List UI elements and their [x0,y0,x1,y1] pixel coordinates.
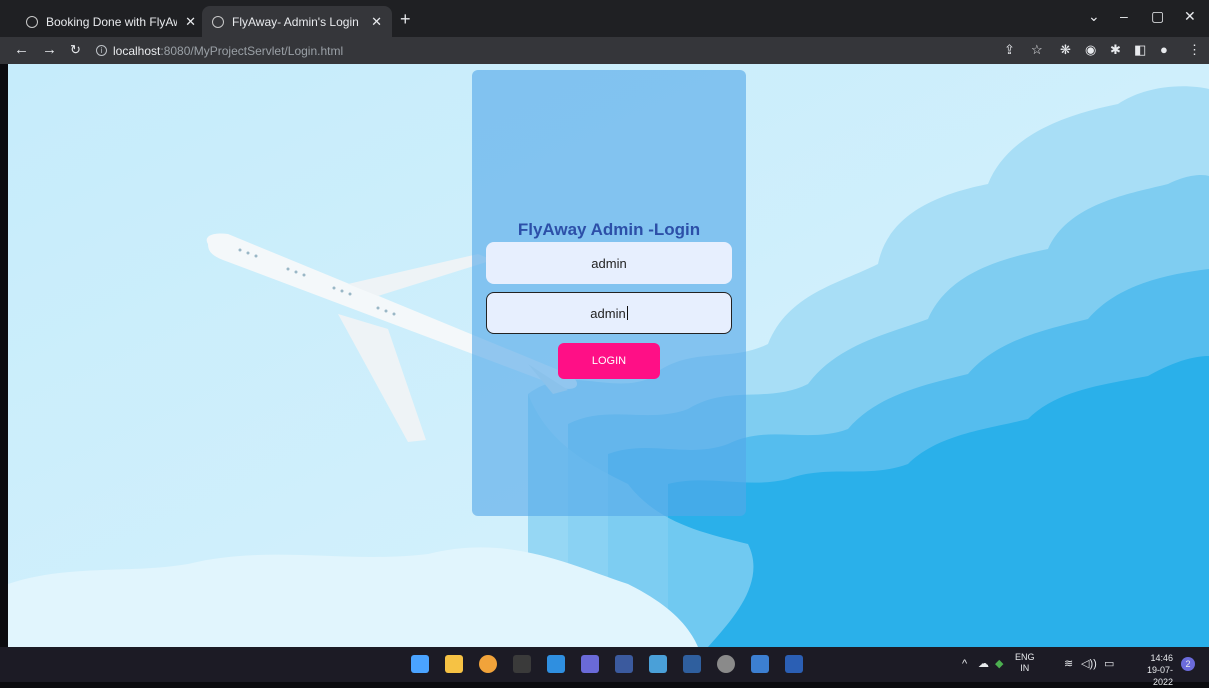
app-icon[interactable] [683,655,701,673]
reload-icon[interactable]: ↻ [70,42,81,58]
restore-icon[interactable]: ▢ [1151,8,1164,25]
password-input[interactable]: admin [486,292,732,334]
wifi-icon[interactable]: ≋ [1064,657,1073,670]
tab-title: FlyAway- Admin's Login [232,14,359,29]
notepad-icon[interactable] [751,655,769,673]
page-viewport: FlyAway Admin -Login admin admin LOGIN [8,64,1209,647]
record-icon[interactable]: ◉ [1085,42,1096,58]
region-code: IN [1020,663,1030,673]
close-icon[interactable]: ✕ [185,14,196,30]
battery-icon[interactable]: ▭ [1104,657,1114,670]
forward-icon[interactable]: → [42,41,57,58]
store-icon[interactable] [513,655,531,673]
clock-date: 19-07-2022 [1146,665,1173,687]
window-close-icon[interactable]: ✕ [1184,8,1196,25]
word-icon[interactable] [785,655,803,673]
password-value: admin [590,305,626,321]
side-panel-icon[interactable]: ◧ [1134,42,1146,58]
browser-toolbar: ← → ↻ i localhost:8080/MyProjectServlet/… [0,37,1209,64]
username-value: admin [591,255,627,271]
os-taskbar: ^ ☁ ◆ ENG IN ≋ ◁)) ▭ 14:46 19-07-2022 2 [0,647,1209,687]
clock[interactable]: 14:46 19-07-2022 [1127,652,1173,688]
login-card: FlyAway Admin -Login admin admin LOGIN [472,70,746,516]
chevron-up-icon[interactable]: ^ [962,658,967,670]
avatar[interactable]: ● [1160,42,1168,57]
volume-icon[interactable]: ◁)) [1081,657,1097,670]
globe-icon [26,15,38,28]
clock-time: 14:46 [1150,653,1173,663]
menu-icon[interactable]: ⋮ [1188,42,1201,58]
chrome-icon[interactable] [479,655,497,673]
url-path: :8080/MyProjectServlet/Login.html [160,43,344,58]
tab-title: Booking Done with FlyAway !! [46,14,177,29]
back-icon[interactable]: ← [14,41,29,58]
vscode-icon[interactable] [547,655,565,673]
chevron-down-icon[interactable]: ⌄ [1088,8,1100,25]
teams-icon[interactable] [581,655,599,673]
puzzle-icon[interactable]: ✱ [1110,42,1121,58]
weather-icon[interactable]: ☁ [978,657,989,670]
lang-code: ENG [1015,652,1035,662]
notification-badge[interactable]: 2 [1181,657,1195,671]
notes-icon[interactable] [649,655,667,673]
close-icon[interactable]: ✕ [371,14,382,30]
eclipse-icon[interactable] [615,655,633,673]
new-tab-icon[interactable]: + [400,9,411,30]
globe-icon [212,15,224,28]
text-caret [626,306,628,320]
windows-start-icon[interactable] [411,655,429,673]
shield-icon[interactable]: ◆ [995,657,1003,670]
settings-icon[interactable] [717,655,735,673]
bookmark-star-icon[interactable]: ☆ [1031,42,1043,58]
address-bar[interactable]: i localhost:8080/MyProjectServlet/Login.… [96,39,996,62]
share-icon[interactable]: ⇪ [1004,42,1015,58]
tab-booking[interactable]: Booking Done with FlyAway !! ✕ [16,6,206,37]
login-title: FlyAway Admin -Login [517,220,701,239]
minimize-icon[interactable]: – [1120,8,1128,24]
tab-admin-login[interactable]: FlyAway- Admin's Login ✕ [202,6,392,37]
username-input[interactable]: admin [486,242,732,284]
info-icon[interactable]: i [96,45,107,56]
login-button[interactable]: LOGIN [558,343,660,379]
language-indicator[interactable]: ENG IN [1015,652,1035,674]
extension-icon[interactable]: ❋ [1060,42,1071,58]
browser-tab-strip: Booking Done with FlyAway !! ✕ FlyAway- … [0,0,1209,37]
url-host: localhost [113,43,161,58]
file-explorer-icon[interactable] [445,655,463,673]
